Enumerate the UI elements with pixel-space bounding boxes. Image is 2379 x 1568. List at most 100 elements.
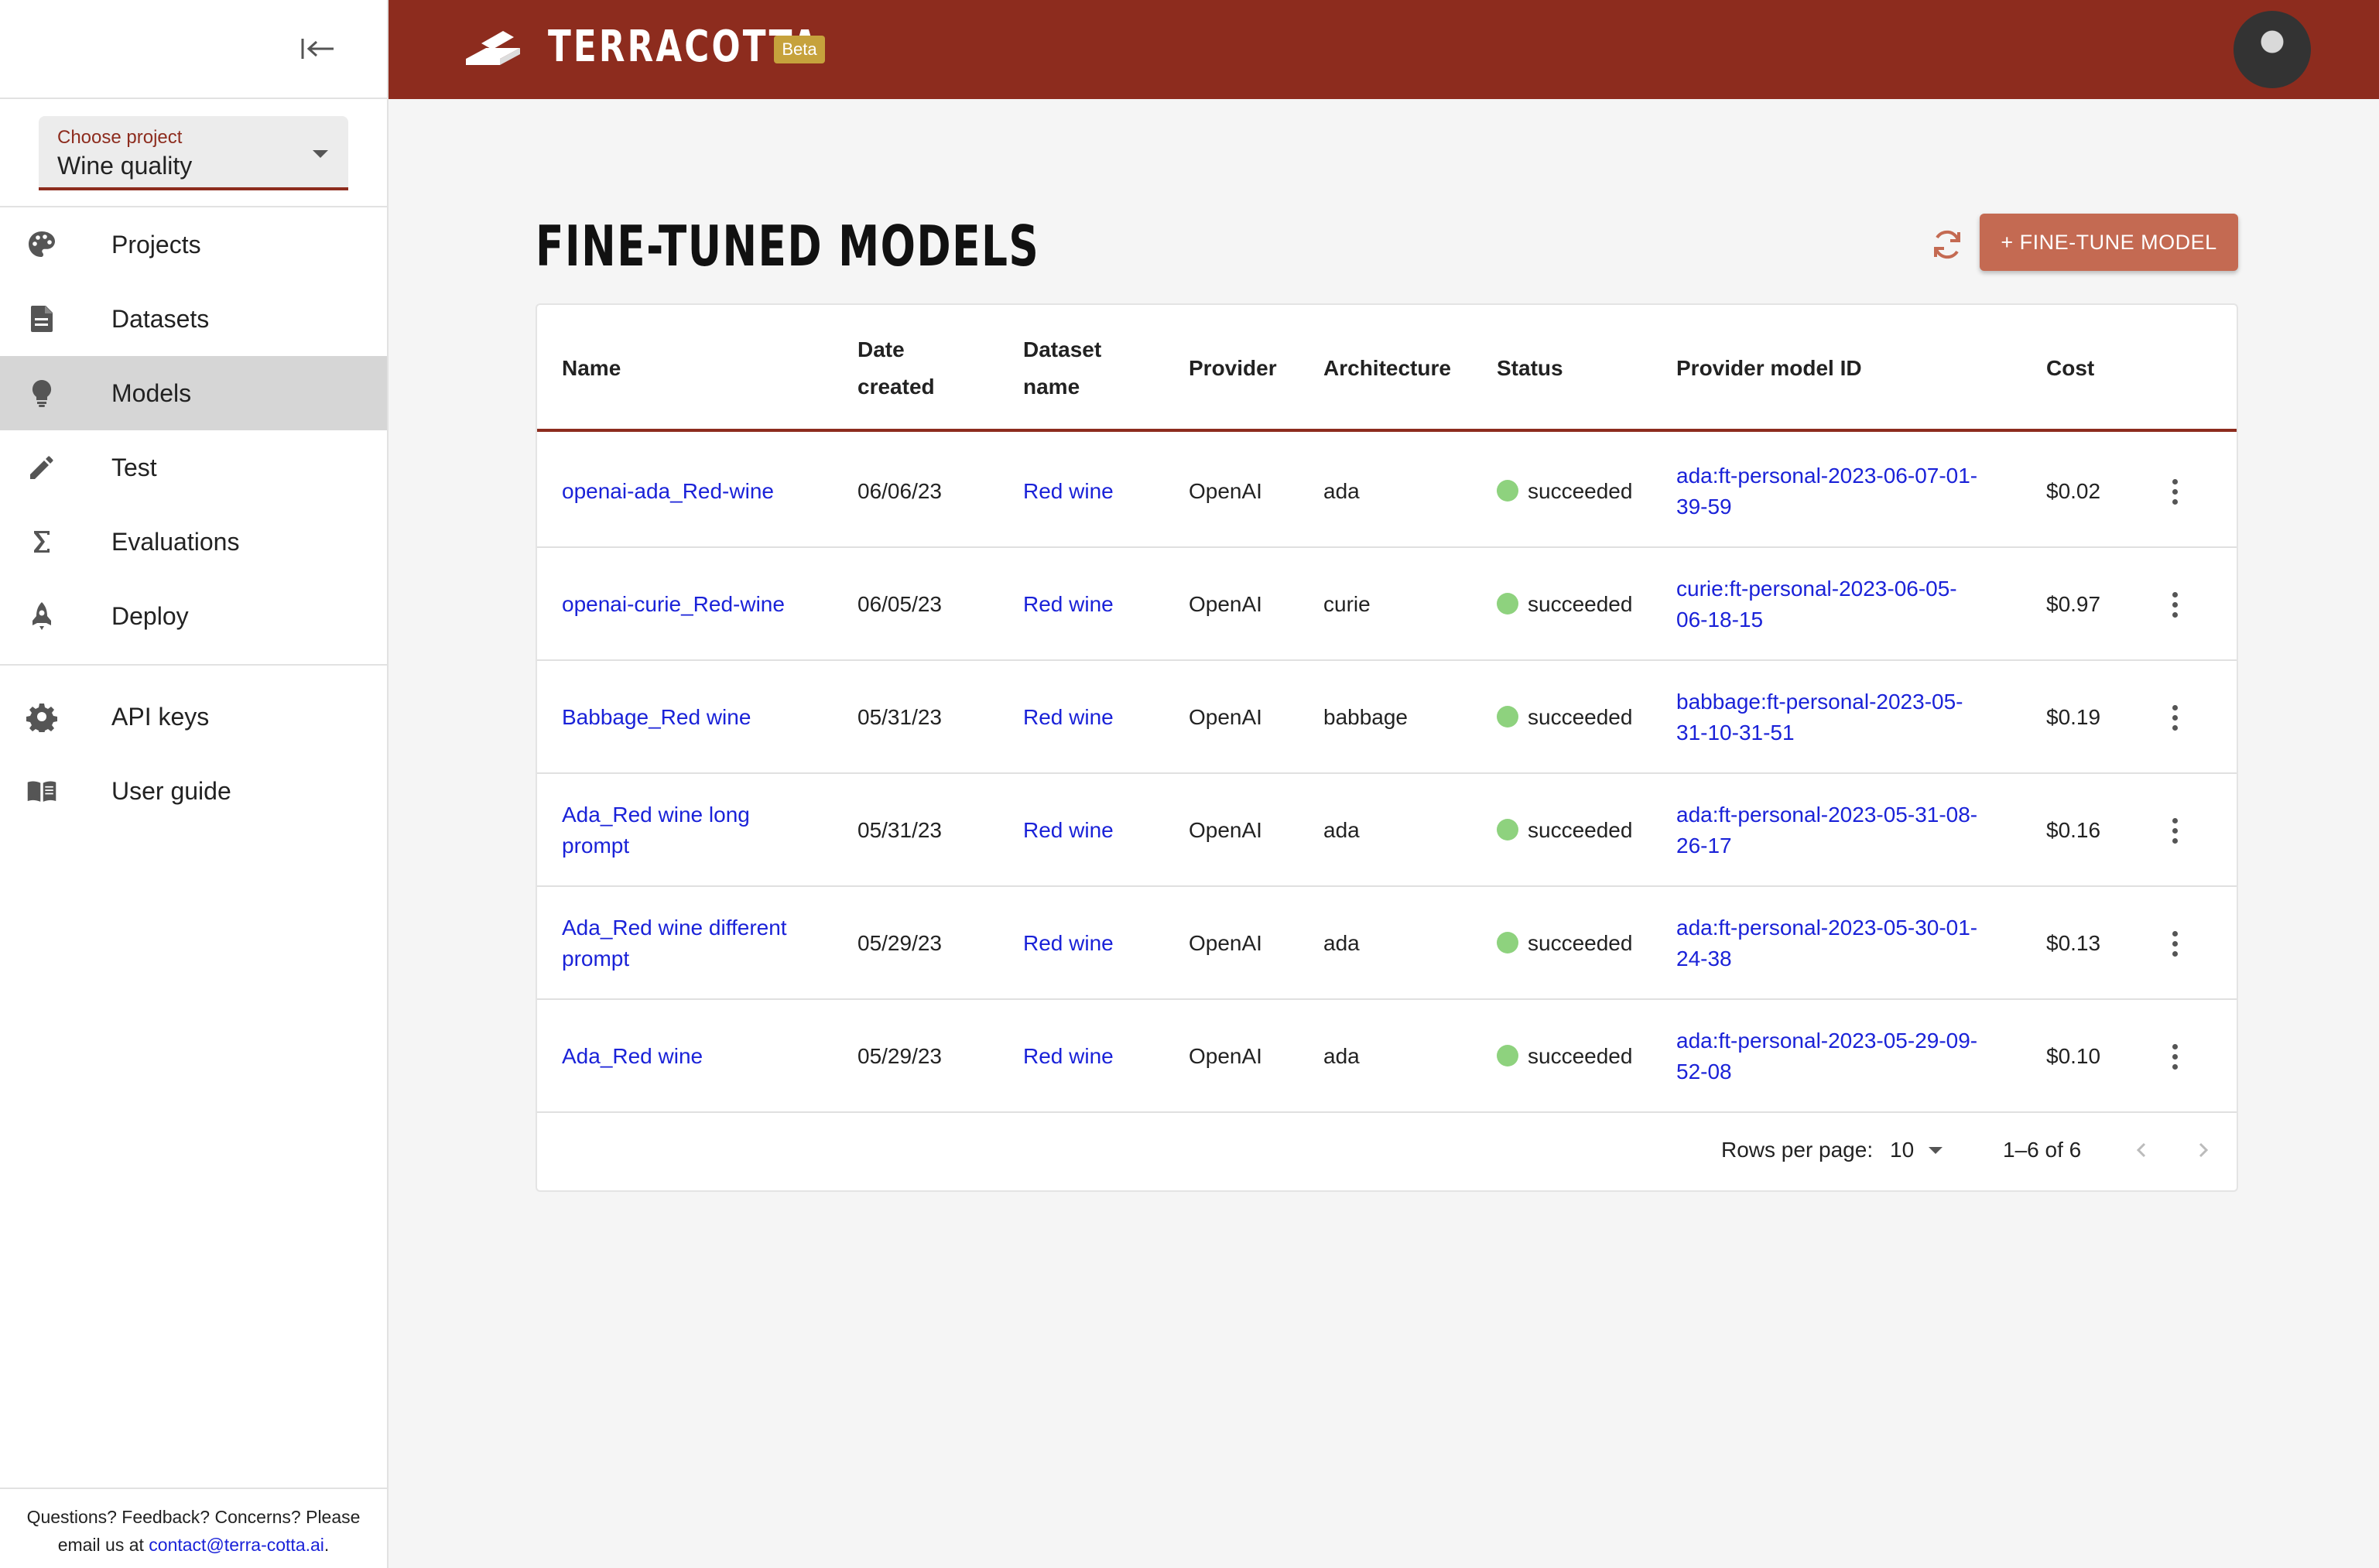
model-name-line: Ada_Red wine different [562,916,787,940]
project-select[interactable]: Choose project Wine quality [39,116,348,190]
sidebar-item-label: User guide [111,776,231,805]
provider-model-id-link[interactable]: ada:ft-personal-2023-06-07-01- 39-59 [1676,460,1977,522]
status-success-dot-icon [1497,479,1518,502]
provider-model-id-link[interactable]: ada:ft-personal-2023-05-30-01- 24-38 [1676,912,1977,974]
sidebar-item-label: Deploy [111,601,189,630]
col-header-name[interactable]: Name [562,350,621,387]
sidebar-item-label: Models [111,378,192,407]
model-name-line: prompt [562,947,630,971]
collapse-sidebar-button[interactable] [297,31,339,67]
sidebar-top [0,0,387,99]
models-table: Name Date created Dataset name Provider … [536,303,2238,1192]
provider-model-id-line: curie:ft-personal-2023-06-05- [1676,577,1957,601]
dataset-name-link[interactable]: Red wine [1023,589,1114,620]
provider-model-id-line: 26-17 [1676,834,1732,858]
status-text: succeeded [1528,1044,1633,1068]
dataset-name-link[interactable]: Red wine [1023,928,1114,959]
more-vert-icon[interactable] [2159,924,2190,963]
provider-model-id-line: ada:ft-personal-2023-05-29-09- [1676,1029,1978,1053]
footer-line-1: Questions? Feedback? Concerns? Please [26,1507,361,1527]
sidebar-item-test[interactable]: Test [0,430,387,505]
previous-page-button[interactable] [2124,1131,2161,1169]
more-vert-icon[interactable] [2159,698,2190,737]
cost-cell: $0.16 [2046,818,2101,842]
date-created-cell: 05/31/23 [857,705,942,729]
status-cell: succeeded [1497,702,1632,733]
more-vert-icon[interactable] [2159,585,2190,624]
status-text: succeeded [1528,592,1633,616]
model-name-line: openai-curie_Red-wine [562,592,785,616]
more-vert-icon[interactable] [2159,811,2190,850]
dataset-name-link[interactable]: Red wine [1023,702,1114,733]
model-name-link[interactable]: Ada_Red wine long prompt [562,799,750,861]
provider-cell: OpenAI [1189,479,1262,503]
provider-model-id-link[interactable]: curie:ft-personal-2023-06-05- 06-18-15 [1676,573,1957,635]
provider-cell: OpenAI [1189,818,1262,842]
col-header-cost[interactable]: Cost [2046,350,2094,387]
model-name-link[interactable]: Babbage_Red wine [562,702,751,733]
table-header: Name Date created Dataset name Provider … [537,305,2237,432]
gear-icon [26,701,57,732]
sidebar-item-deploy[interactable]: Deploy [0,579,387,653]
sidebar-item-user-guide[interactable]: User guide [0,754,387,828]
status-cell: succeeded [1497,589,1632,620]
model-name-link[interactable]: Ada_Red wine different prompt [562,912,787,974]
sidebar-item-evaluations[interactable]: Evaluations [0,505,387,579]
collapse-left-icon [301,39,334,59]
sidebar: Choose project Wine quality Projects Dat… [0,0,389,1568]
provider-model-id-link[interactable]: babbage:ft-personal-2023-05- 31-10-31-51 [1676,686,1963,748]
refresh-icon [1934,230,1960,259]
provider-model-id-line: 52-08 [1676,1060,1732,1084]
project-select-label: Choose project [57,127,183,148]
more-vert-icon[interactable] [2159,1037,2190,1076]
pencil-icon [26,452,57,483]
table-pagination: Rows per page: 10 1–6 of 6 [537,1114,2237,1192]
col-header-provider-model-id[interactable]: Provider model ID [1676,350,1862,387]
sidebar-nav: Projects Datasets Models Test Evaluation… [0,207,387,828]
more-vert-icon[interactable] [2159,472,2190,511]
contact-email-link[interactable]: contact@terra-cotta.ai [149,1535,324,1555]
status-text: succeeded [1528,705,1633,729]
rows-per-page-value: 10 [1890,1138,1915,1162]
sigma-icon [26,526,57,557]
next-page-button[interactable] [2184,1131,2221,1169]
model-name-line: Ada_Red wine [562,1044,703,1068]
dataset-name-link[interactable]: Red wine [1023,815,1114,846]
col-header-dataset-line1: Dataset [1023,337,1102,361]
provider-model-id-line: ada:ft-personal-2023-05-30-01- [1676,916,1978,940]
date-created-cell: 06/06/23 [857,479,942,503]
cost-cell: $0.97 [2046,592,2101,616]
nav-divider [0,664,387,666]
date-created-cell: 05/29/23 [857,1044,942,1068]
status-success-dot-icon [1497,592,1518,615]
provider-model-id-link[interactable]: ada:ft-personal-2023-05-29-09- 52-08 [1676,1025,1977,1087]
project-selector-section: Choose project Wine quality [0,99,387,207]
sidebar-item-projects[interactable]: Projects [0,207,387,282]
sidebar-item-models[interactable]: Models [0,356,387,430]
col-header-status[interactable]: Status [1497,350,1563,387]
model-name-link[interactable]: Ada_Red wine [562,1041,703,1072]
date-created-cell: 05/29/23 [857,931,942,955]
model-name-link[interactable]: openai-curie_Red-wine [562,589,785,620]
model-name-link[interactable]: openai-ada_Red-wine [562,476,774,507]
architecture-cell: ada [1323,479,1360,503]
dataset-name-link[interactable]: Red wine [1023,476,1114,507]
fine-tune-model-button[interactable]: + FINE-TUNE MODEL [1980,214,2238,271]
col-header-date-created[interactable]: Date created [857,331,935,406]
rows-per-page-select[interactable]: 10 [1890,1133,1955,1167]
col-header-architecture[interactable]: Architecture [1323,350,1451,387]
provider-model-id-link[interactable]: ada:ft-personal-2023-05-31-08- 26-17 [1676,799,1977,861]
sidebar-item-datasets[interactable]: Datasets [0,282,387,356]
chevron-left-icon [2136,1142,2146,1158]
rocket-icon [26,601,57,632]
col-header-provider[interactable]: Provider [1189,350,1277,387]
user-avatar[interactable] [2234,11,2311,88]
dataset-name-link[interactable]: Red wine [1023,1041,1114,1072]
refresh-button[interactable] [1925,223,1969,266]
model-name-line: openai-ada_Red-wine [562,479,774,503]
col-header-dataset-name[interactable]: Dataset name [1023,331,1101,406]
provider-model-id-line: babbage:ft-personal-2023-05- [1676,690,1963,714]
sidebar-item-api-keys[interactable]: API keys [0,680,387,754]
status-cell: succeeded [1497,928,1632,959]
architecture-cell: curie [1323,592,1371,616]
